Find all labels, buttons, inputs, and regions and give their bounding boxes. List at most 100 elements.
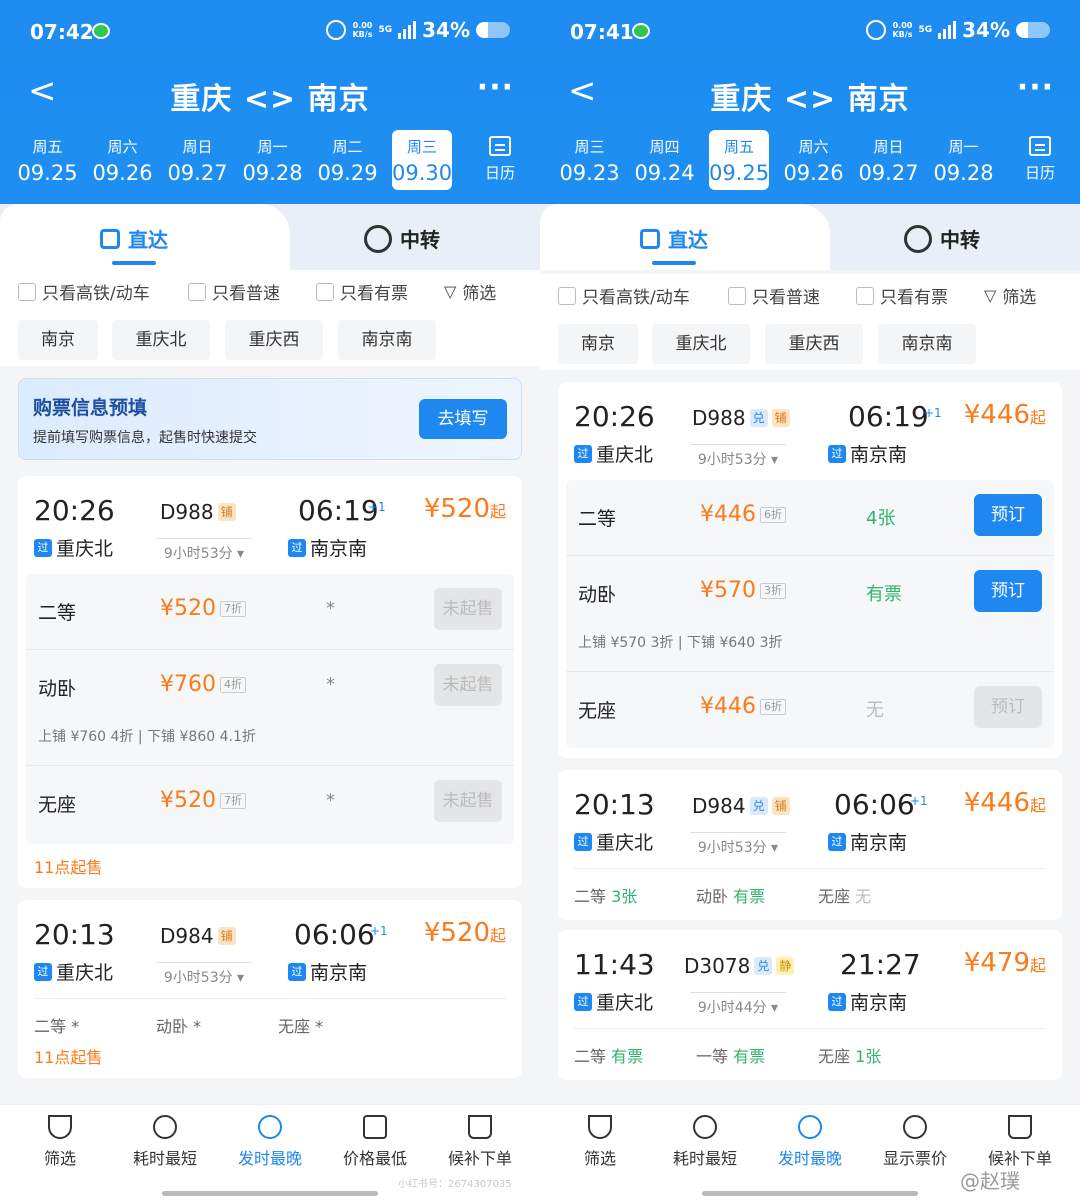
not-on-sale-button[interactable]: 未起售 (434, 588, 502, 630)
sort-filter[interactable]: 筛选 (10, 1115, 110, 1169)
more-icon[interactable]: ··· (477, 70, 514, 105)
seat-row: 二等 ¥520 7折 * 未起售 (26, 574, 514, 650)
checkbox[interactable] (18, 282, 36, 301)
tab-transfer[interactable]: 中转 (364, 224, 440, 253)
arrive-station: 过南京南 (288, 958, 367, 985)
filter-normal-speed[interactable]: 只看普速 (728, 283, 820, 308)
station-chip[interactable]: 南京 (558, 324, 638, 364)
date-strip: 周三 09.23 周四 09.24 周五 09.25 周六 09.26 周日 09.27 … (552, 130, 1012, 192)
duration[interactable]: 9小时53分 ▾ (690, 832, 786, 857)
date-item[interactable]: 周六 09.26 (85, 130, 160, 190)
sort-latest[interactable]: 发时最晚 (760, 1115, 860, 1169)
show-price[interactable]: 显示票价 (865, 1115, 965, 1169)
duration[interactable]: 9小时53分 ▾ (156, 538, 252, 563)
date-item[interactable]: 周二 09.29 (310, 130, 385, 190)
seat-type: 动卧 (38, 678, 77, 700)
signal-icon (398, 21, 417, 39)
tab-underline (112, 261, 156, 265)
duration[interactable]: 9小时44分 ▾ (690, 992, 786, 1017)
train-card[interactable]: 11:43 D3078 兑静 21:27 ¥479起 过重庆北 9小时44分 ▾ … (558, 930, 1062, 1080)
date-item[interactable]: 周日 09.27 (851, 130, 926, 190)
filter-icon (588, 1115, 612, 1139)
date-item[interactable]: 周三 09.23 (552, 130, 627, 190)
train-number: D984 铺 (160, 924, 236, 948)
seat-price: ¥446 6折 (700, 694, 786, 719)
more-icon[interactable]: ··· (1017, 70, 1054, 105)
date-item[interactable]: 周五 09.25 (10, 130, 85, 190)
sort-cheapest[interactable]: 价格最低 (325, 1115, 425, 1169)
book-button[interactable]: 预订 (974, 494, 1042, 536)
alarm-icon (326, 20, 347, 40)
depart-time: 20:26 (34, 494, 115, 527)
arrive-time: 06:06 (834, 788, 915, 821)
tab-direct[interactable]: 直达 (100, 224, 168, 265)
status-time: 07:42 (30, 20, 94, 44)
filter-high-speed[interactable]: 只看高铁/动车 (18, 279, 150, 304)
tab-transfer[interactable]: 中转 (904, 224, 980, 253)
calendar-button[interactable]: 日历 (1020, 136, 1060, 183)
not-on-sale-button[interactable]: 未起售 (434, 664, 502, 706)
station-chip[interactable]: 重庆西 (765, 324, 863, 364)
station-chip[interactable]: 重庆西 (225, 320, 323, 360)
tab-direct[interactable]: 直达 (640, 224, 708, 265)
train-card[interactable]: 20:13 D984 铺 06:06 +1 ¥520起 过重庆北 9小时53分 ▾… (18, 900, 522, 1078)
filter-available[interactable]: 只看有票 (316, 279, 408, 304)
price-tag-icon (363, 1115, 387, 1139)
filter-high-speed[interactable]: 只看高铁/动车 (558, 283, 690, 308)
depart-time: 20:13 (574, 788, 655, 821)
checkbox[interactable] (558, 286, 576, 305)
duration[interactable]: 9小时53分 ▾ (156, 962, 252, 987)
date-item[interactable]: 周四 09.24 (627, 130, 702, 190)
summary-item: 一等 有票 (696, 1047, 766, 1066)
book-button-disabled[interactable]: 预订 (974, 686, 1042, 728)
network-type: 5G (378, 25, 393, 35)
status-bar: 07:42 0.00 KB/s 5G 34% (30, 18, 510, 48)
date-item[interactable]: 周一 09.28 (926, 130, 1001, 190)
transfer-icon (364, 224, 392, 253)
funnel-icon: ▽ (444, 282, 457, 301)
checkbox[interactable] (728, 286, 746, 305)
filter-available[interactable]: 只看有票 (856, 283, 948, 308)
station-chip[interactable]: 南京南 (878, 324, 976, 364)
waitlist-order[interactable]: 候补下单 (970, 1115, 1070, 1169)
sort-shortest[interactable]: 耗时最短 (655, 1115, 755, 1169)
train-card[interactable]: 20:26 D988 兑铺 06:19 +1 ¥446起 过重庆北 9小时53分 … (558, 382, 1062, 758)
filter-normal-speed[interactable]: 只看普速 (188, 279, 280, 304)
calendar-button[interactable]: 日历 (480, 136, 520, 183)
calendar-label: 日历 (1024, 164, 1055, 182)
filter-button[interactable]: ▽ 筛选 (984, 283, 1036, 308)
date-item[interactable]: 周六 09.26 (776, 130, 851, 190)
checkbox[interactable] (188, 282, 206, 301)
promo-title: 购票信息预填 (33, 397, 148, 419)
station-chip[interactable]: 重庆北 (112, 320, 210, 360)
book-button[interactable]: 预订 (974, 570, 1042, 612)
right-screenshot: 07:41 0.00 KB/s 5G 34% < 重庆 <> 南京 ··· 周三 0… (540, 0, 1080, 1200)
prefill-promo: 购票信息预填 提前填写购票信息，起售时快速提交 去填写 (18, 378, 522, 460)
filter-button[interactable]: ▽ 筛选 (444, 279, 496, 304)
not-on-sale-button[interactable]: 未起售 (434, 780, 502, 822)
checkbox[interactable] (856, 286, 874, 305)
checkbox[interactable] (316, 282, 334, 301)
date-item[interactable]: 周一 09.28 (235, 130, 310, 190)
calendar-icon (1029, 136, 1051, 156)
date-item-selected[interactable]: 周五 09.25 (709, 130, 769, 190)
seat-type: 二等 (38, 602, 77, 624)
prefill-button[interactable]: 去填写 (419, 399, 507, 439)
station-chip[interactable]: 南京南 (338, 320, 436, 360)
train-number: D984 兑铺 (692, 794, 790, 818)
sort-shortest[interactable]: 耗时最短 (115, 1115, 215, 1169)
duration[interactable]: 9小时53分 ▾ (690, 444, 786, 469)
station-chip[interactable]: 南京 (18, 320, 98, 360)
sort-latest[interactable]: 发时最晚 (220, 1115, 320, 1169)
station-chip[interactable]: 重庆北 (652, 324, 750, 364)
train-card[interactable]: 20:26 D988 铺 06:19 +1 ¥520起 过重庆北 9小时53分 ▾… (18, 476, 522, 888)
train-card[interactable]: 20:13 D984 兑铺 06:06 +1 ¥446起 过重庆北 9小时53分 … (558, 770, 1062, 920)
filter-icon (48, 1115, 72, 1139)
arrive-station: 过南京南 (828, 440, 907, 467)
arrive-station: 过南京南 (288, 534, 367, 561)
yen-icon (903, 1115, 927, 1139)
waitlist-order[interactable]: 候补下单 (430, 1115, 530, 1169)
date-item-selected[interactable]: 周三 09.30 (392, 130, 452, 190)
date-item[interactable]: 周日 09.27 (160, 130, 235, 190)
sort-filter[interactable]: 筛选 (550, 1115, 650, 1169)
